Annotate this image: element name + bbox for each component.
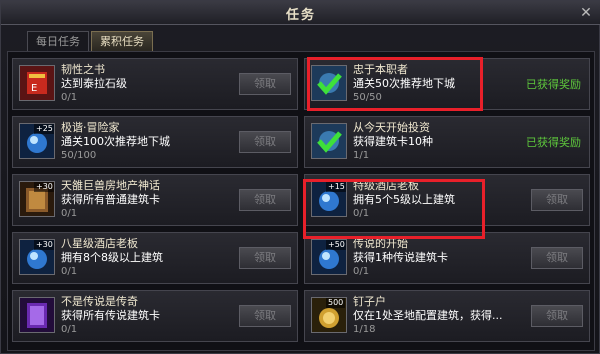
level-badge: +30 <box>34 182 54 192</box>
quest-card: 从今天开始投资 获得建筑卡10种 1/1 已获得奖励 <box>304 116 590 168</box>
quest-desc: 拥有8个8级以上建筑 <box>61 251 163 264</box>
quest-desc: 通关50次推荐地下城 <box>353 77 455 90</box>
level-badge: +15 <box>326 182 346 192</box>
quest-desc: 获得1种传说建筑卡 <box>353 251 448 264</box>
quest-desc: 通关100次推荐地下城 <box>61 135 170 148</box>
quest-desc: 达到泰拉石级 <box>61 77 127 90</box>
quest-desc: 仅在1处圣地配置建筑，获得... <box>353 309 503 322</box>
claim-button[interactable]: 领取 <box>531 305 583 327</box>
quest-card: +30 天雒巨兽房地产神话 获得所有普通建筑卡 0/1 领取 <box>12 174 298 226</box>
quest-progress: 0/1 <box>61 92 78 103</box>
red-book-icon: E <box>19 65 55 101</box>
level-badge: +30 <box>34 240 54 250</box>
claim-button[interactable]: 领取 <box>239 247 291 269</box>
gold-coin-icon: 500 <box>311 297 347 333</box>
quest-card: +30 八星级酒店老板 拥有8个8级以上建筑 0/1 领取 <box>12 232 298 284</box>
quest-progress: 0/1 <box>353 208 370 219</box>
blue-orb-icon: +50 <box>311 239 347 275</box>
window-title: 任务 <box>285 8 316 23</box>
quest-progress: 1/18 <box>353 324 376 335</box>
claim-button[interactable]: 领取 <box>531 189 583 211</box>
quest-desc: 获得所有普通建筑卡 <box>61 193 160 206</box>
quest-window: 任务 ✕ 每日任务 累积任务 E 韧性之书 达到泰拉石级 0/1 领取 忠于本职… <box>0 0 600 354</box>
blue-orb-icon: +30 <box>19 239 55 275</box>
window-titlebar[interactable]: 任务 ✕ <box>1 1 600 25</box>
quest-progress: 0/1 <box>353 266 370 277</box>
quest-list-panel: E 韧性之书 达到泰拉石级 0/1 领取 忠于本职者 通关50次推荐地下城 50… <box>7 51 595 351</box>
tab-cumulative[interactable]: 累积任务 <box>91 31 153 51</box>
quest-card: +50 传说的开始 获得1种传说建筑卡 0/1 领取 <box>304 232 590 284</box>
svg-text:E: E <box>31 83 37 94</box>
quest-desc: 获得所有传说建筑卡 <box>61 309 160 322</box>
quest-card: 不是传说是传奇 获得所有传说建筑卡 0/1 领取 <box>12 290 298 342</box>
quest-progress: 1/1 <box>353 150 370 161</box>
claim-button[interactable]: 领取 <box>239 73 291 95</box>
quest-desc: 获得建筑卡10种 <box>353 135 433 148</box>
claim-button[interactable]: 领取 <box>239 305 291 327</box>
claim-button[interactable]: 领取 <box>531 247 583 269</box>
level-badge: 500 <box>326 298 346 308</box>
quest-card: E 韧性之书 达到泰拉石级 0/1 领取 <box>12 58 298 110</box>
tab-daily[interactable]: 每日任务 <box>27 31 89 51</box>
blue-orb-icon: +15 <box>311 181 347 217</box>
quest-desc: 拥有5个5级以上建筑 <box>353 193 455 206</box>
claimed-status: 已获得奖励 <box>526 136 581 149</box>
level-badge: +25 <box>34 124 54 134</box>
quest-card: +15 特级酒店老板 拥有5个5级以上建筑 0/1 领取 <box>304 174 590 226</box>
claim-button[interactable]: 领取 <box>239 131 291 153</box>
level-badge: +50 <box>326 240 346 250</box>
quest-progress: 0/1 <box>61 266 78 277</box>
tab-bar: 每日任务 累积任务 <box>27 31 153 51</box>
quest-progress: 0/1 <box>61 208 78 219</box>
quest-progress: 50/50 <box>353 92 382 103</box>
purple-card-icon <box>19 297 55 333</box>
quest-card: 忠于本职者 通关50次推荐地下城 50/50 已获得奖励 <box>304 58 590 110</box>
close-icon[interactable]: ✕ <box>577 4 595 22</box>
checkmark-icon <box>311 65 347 101</box>
blue-orb-icon: +25 <box>19 123 55 159</box>
claim-button[interactable]: 领取 <box>239 189 291 211</box>
quest-progress: 50/100 <box>61 150 97 161</box>
quest-card: +25 极谐·冒险家 通关100次推荐地下城 50/100 领取 <box>12 116 298 168</box>
quest-card: 500 钉子户 仅在1处圣地配置建筑，获得... 1/18 领取 <box>304 290 590 342</box>
quest-progress: 0/1 <box>61 324 78 335</box>
checkmark-icon <box>311 123 347 159</box>
claimed-status: 已获得奖励 <box>526 78 581 91</box>
gold-card-icon: +30 <box>19 181 55 217</box>
